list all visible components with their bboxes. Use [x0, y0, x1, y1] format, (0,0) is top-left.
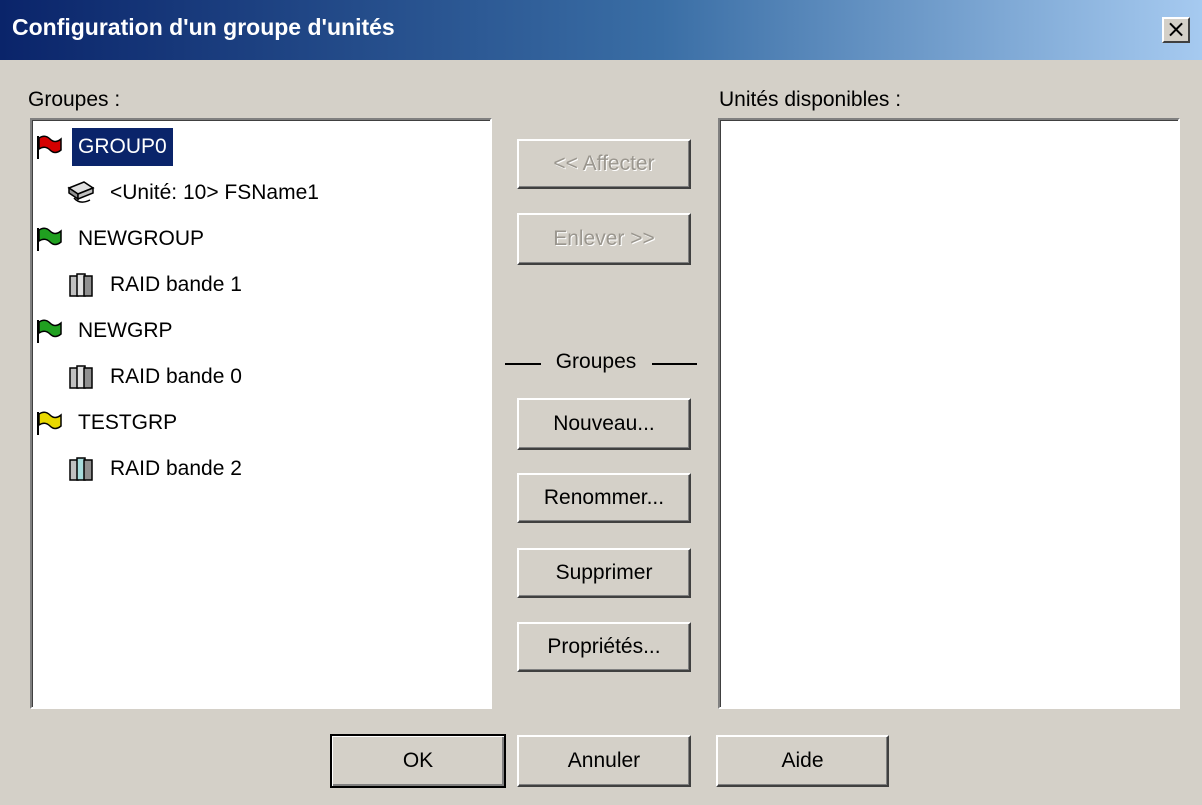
tree-item-raid-0[interactable]: RAID bande 0: [66, 357, 248, 397]
tree-item-label: TESTGRP: [78, 411, 178, 434]
available-units-label: Unités disponibles :: [719, 88, 902, 111]
tree-item-label: RAID bande 0: [110, 365, 242, 388]
tree-item-label: NEWGROUP: [78, 227, 204, 250]
group-properties-button[interactable]: Propriétés...: [517, 622, 691, 672]
tree-item-label: RAID bande 1: [110, 273, 242, 296]
groups-section-line-right: [652, 363, 697, 365]
available-units-list[interactable]: [718, 118, 1180, 709]
cancel-button[interactable]: Annuler: [517, 735, 691, 787]
tree-item-raid-1[interactable]: RAID bande 1: [66, 265, 248, 305]
green-flag-icon: [37, 319, 62, 343]
groups-section-line-left: [505, 363, 541, 365]
tree-item-testgrp[interactable]: TESTGRP: [34, 403, 183, 443]
green-flag-icon: [37, 227, 62, 251]
tree-item-newgroup[interactable]: NEWGROUP: [34, 219, 210, 259]
red-flag-icon: [37, 135, 62, 159]
tree-item-label: NEWGRP: [78, 319, 173, 342]
new-group-button[interactable]: Nouveau...: [517, 398, 691, 450]
tree-item-group0[interactable]: GROUP0: [34, 127, 173, 167]
groups-label: Groupes :: [28, 88, 121, 111]
raid-icon: [69, 273, 93, 297]
tree-item-device[interactable]: <Unité: 10> FSName1: [66, 173, 325, 213]
ok-button[interactable]: OK: [330, 734, 506, 788]
assign-button[interactable]: << Affecter: [517, 139, 691, 189]
raid-icon: [69, 457, 93, 481]
groups-tree[interactable]: GROUP0 <Unité: 10> FSName1 NEWGROUP RAID…: [30, 118, 492, 709]
tree-item-label: <Unité: 10> FSName1: [110, 181, 319, 204]
tree-item-label: RAID bande 2: [110, 457, 242, 480]
help-button[interactable]: Aide: [716, 735, 889, 787]
rename-group-button[interactable]: Renommer...: [517, 473, 691, 523]
tree-item-label: GROUP0: [72, 128, 173, 166]
raid-icon: [69, 365, 93, 389]
title-bar[interactable]: Configuration d'un groupe d'unités ×: [0, 0, 1202, 60]
tree-item-raid-2[interactable]: RAID bande 2: [66, 449, 248, 489]
remove-button[interactable]: Enlever >>: [517, 213, 691, 265]
delete-group-button[interactable]: Supprimer: [517, 548, 691, 598]
tree-item-newgrp[interactable]: NEWGRP: [34, 311, 179, 351]
yellow-flag-icon: [37, 411, 62, 435]
dialog-window: Configuration d'un groupe d'unités × Gro…: [0, 0, 1202, 805]
window-title: Configuration d'un groupe d'unités: [12, 14, 395, 40]
close-button[interactable]: ×: [1162, 17, 1190, 43]
drive-icon: [67, 181, 95, 203]
groups-section-label: Groupes: [555, 350, 637, 373]
